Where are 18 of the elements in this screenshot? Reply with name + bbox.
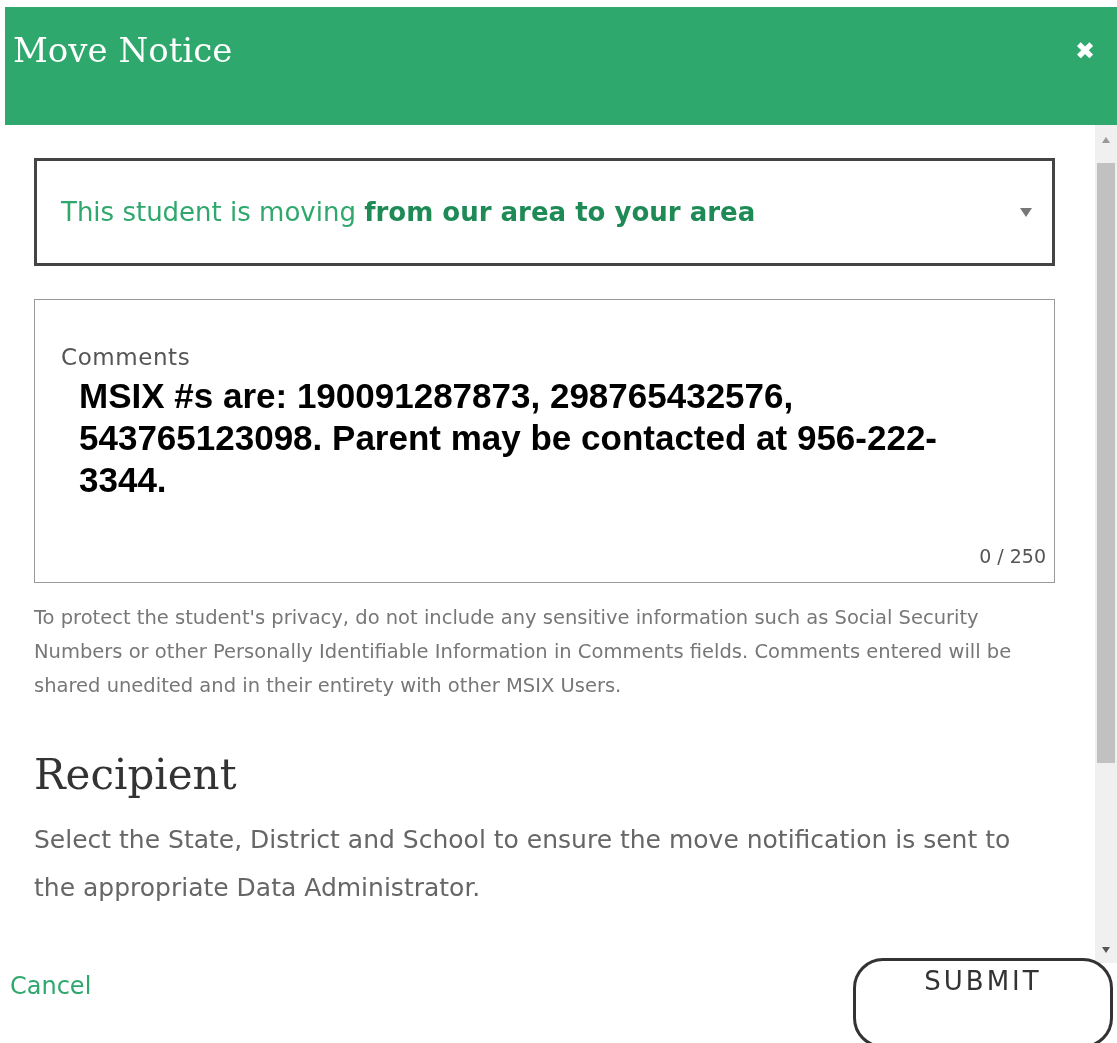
comments-field[interactable]: Comments MSIX #s are: 190091287873, 298765432576, 543765123098. Parent may be contacted at 956-222-3344. 0 / 250 — [34, 299, 1055, 583]
scrollbar[interactable] — [1095, 125, 1117, 963]
character-counter: 0 / 250 — [979, 543, 1046, 569]
recipient-heading: Recipient — [34, 749, 238, 801]
scroll-up-icon[interactable] — [1102, 137, 1110, 143]
recipient-description: Select the State, District and School to ensure the move notification is sent to the appropriate Data Administrator. — [34, 824, 1012, 904]
comments-value: MSIX #s are: 190091287873, 298765432576, 543765123098. Parent may be contacted at 956-222-3344. — [79, 374, 938, 501]
move-select[interactable]: This student is moving from our area to your area — [34, 158, 1055, 266]
submit-button[interactable]: SUBMIT — [853, 958, 1113, 1043]
cancel-link[interactable]: Cancel — [10, 968, 92, 1004]
scrollbar-thumb[interactable] — [1097, 163, 1115, 763]
close-button[interactable]: ✖ — [1074, 39, 1095, 63]
comments-label: Comments — [61, 343, 192, 372]
dialog-title: Move Notice — [13, 33, 233, 67]
select-value: This student is moving from our area to your area — [61, 195, 756, 229]
privacy-note: To protect the student's privacy, do not include any sensitive information such as Social Security Numbers or other Personally Identifiable Information in Comments fields. Comments entered will be shared unedited and in their entirety with other MSIX Users. — [34, 605, 1013, 699]
scroll-down-icon[interactable] — [1102, 947, 1110, 953]
caret-icon — [1020, 207, 1032, 217]
